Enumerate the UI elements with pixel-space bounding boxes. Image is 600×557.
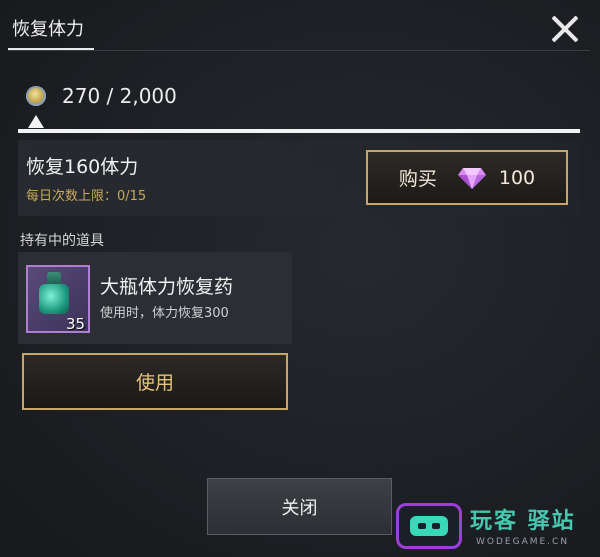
watermark-logo-screen (410, 516, 448, 536)
buy-label: 购买 (398, 168, 437, 190)
recover-title: 恢复160体力 (26, 156, 139, 178)
large-stamina-potion-icon (39, 284, 69, 314)
daily-limit-text: 每日次数上限：0/15 (26, 189, 147, 204)
item-count: 35 (66, 315, 86, 333)
use-button[interactable]: 使用 (22, 353, 288, 410)
watermark-logo-icon (396, 503, 462, 549)
buy-button[interactable]: 购买 100 (366, 150, 568, 205)
watermark-logo-eye (418, 523, 426, 529)
close-icon[interactable] (548, 12, 582, 46)
watermark-url: WODEGAME.CN (476, 537, 570, 547)
watermark-logo-eye (432, 523, 440, 529)
item-name: 大瓶体力恢复药 (100, 276, 234, 298)
use-label: 使用 (135, 372, 174, 394)
watermark-brand: 玩客 驿站 (470, 509, 576, 534)
stamina-coin-icon (26, 86, 46, 106)
close-button[interactable]: 关闭 (207, 478, 392, 535)
dialog-title-tab[interactable]: 恢复体力 (6, 12, 90, 48)
stamina-slider-track[interactable] (18, 129, 580, 133)
close-label: 关闭 (281, 497, 318, 519)
diamond-gem-icon (457, 167, 486, 189)
stamina-slider-thumb[interactable] (28, 115, 44, 128)
buy-price: 100 (498, 166, 536, 189)
item-description: 使用时，体力恢复300 (100, 306, 229, 321)
title-divider (8, 50, 590, 51)
stamina-value: 270 / 2,000 (62, 84, 177, 108)
items-section-header: 持有中的道具 (20, 233, 104, 249)
